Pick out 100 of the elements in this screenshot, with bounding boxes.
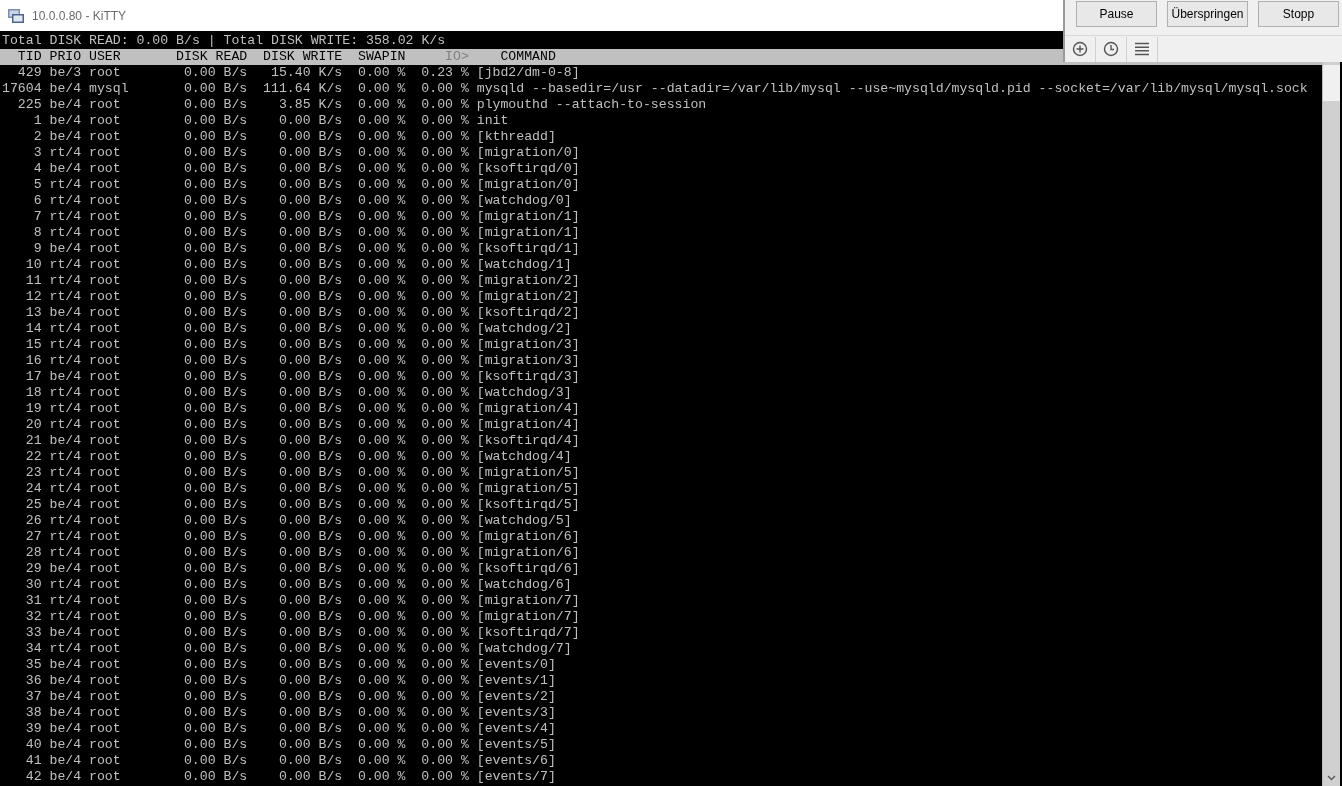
table-cell-text: 0.00 B/s: [182, 385, 248, 401]
table-cell-text: 38: [24, 705, 42, 721]
table-cell-text: root: [89, 657, 122, 673]
table-cell-text: 0.00 %: [420, 193, 469, 209]
table-cell-text: 111.64 K/s: [262, 81, 343, 97]
table-cell: rt/4: [49, 465, 82, 481]
chevron-down-icon[interactable]: [1327, 774, 1336, 781]
table-cell-text: root: [89, 161, 122, 177]
table-cell-text: root: [89, 433, 122, 449]
table-cell-text: 0.00 %: [357, 721, 406, 737]
table-cell-text: 0.00 B/s: [182, 721, 248, 737]
table-cell-text: 0.00 %: [420, 689, 469, 705]
table-cell-text: 0.00 %: [420, 161, 469, 177]
table-cell-text: root: [89, 241, 122, 257]
table-cell-text: root: [89, 673, 122, 689]
table-cell-text: 0.00 %: [420, 449, 469, 465]
table-cell-text: 0.00 B/s: [277, 209, 343, 225]
table-cell-text: 0.00 B/s: [277, 497, 343, 513]
table-cell-text: 0.00 B/s: [277, 641, 343, 657]
table-cell-text: 0.00 %: [420, 385, 469, 401]
table-cell-text: 1: [32, 113, 42, 129]
table-cell-text: 0.00 %: [420, 337, 469, 353]
table-cell: [watchdog/1]: [476, 257, 572, 273]
table-cell-text: 0.00 %: [420, 593, 469, 609]
table-cell-text: 0.00 B/s: [277, 577, 343, 593]
table-cell: [migration/0]: [476, 177, 580, 193]
table-cell-text: root: [89, 769, 122, 785]
table-cell-text: 0.00 B/s: [277, 753, 343, 769]
table-cell-text: root: [89, 545, 122, 561]
table-cell-text: 28: [24, 545, 42, 561]
clock-icon[interactable]: [1103, 41, 1119, 57]
table-cell-text: root: [89, 305, 122, 321]
table-cell: [events/5]: [476, 737, 556, 753]
table-cell-text: 0.00 %: [357, 609, 406, 625]
table-cell-text: 0.00 %: [420, 513, 469, 529]
table-cell: be/4: [49, 561, 82, 577]
table-cell: [jbd2/dm-0-8]: [476, 65, 580, 81]
table-cell-text: root: [89, 513, 122, 529]
table-cell-text: 35: [24, 657, 42, 673]
column-header: SWAPIN: [357, 49, 406, 65]
table-cell: [migration/1]: [476, 209, 580, 225]
table-cell-text: 0.00 %: [420, 289, 469, 305]
table-cell: be/4: [49, 81, 82, 97]
pause-button[interactable]: Pause: [1076, 1, 1157, 27]
table-cell-text: root: [89, 561, 122, 577]
table-cell: init: [476, 113, 509, 129]
table-cell: [ksoftirqd/6]: [476, 561, 580, 577]
table-cell: be/4: [49, 97, 82, 113]
table-cell: rt/4: [49, 593, 82, 609]
scrollbar-thumb[interactable]: [1323, 65, 1340, 101]
table-cell-text: 15: [24, 337, 42, 353]
table-cell: plymouthd --attach-to-session: [476, 97, 707, 113]
stop-button[interactable]: Stopp: [1258, 1, 1339, 27]
table-cell-text: root: [89, 593, 122, 609]
table-cell: rt/4: [49, 449, 82, 465]
table-cell-text: 0.00 B/s: [182, 321, 248, 337]
table-cell-text: 5: [32, 177, 42, 193]
table-cell-text: 0.00 %: [420, 577, 469, 593]
table-cell: rt/4: [49, 481, 82, 497]
table-cell: be/4: [49, 369, 82, 385]
table-cell-text: root: [89, 721, 122, 737]
table-cell-text: 0.00 B/s: [277, 513, 343, 529]
table-cell-text: 0.00 B/s: [182, 481, 248, 497]
table-cell: [ksoftirqd/2]: [476, 305, 580, 321]
table-cell-text: 0.00 B/s: [182, 545, 248, 561]
scrollbar[interactable]: [1322, 62, 1340, 786]
menu-icon[interactable]: [1134, 42, 1150, 56]
table-cell-text: 0.00 %: [357, 113, 406, 129]
table-cell-text: 0.00 B/s: [277, 657, 343, 673]
table-cell-text: 0.00 %: [357, 177, 406, 193]
table-cell-text: root: [89, 401, 122, 417]
table-cell-text: root: [89, 353, 122, 369]
table-cell-text: 0.00 %: [357, 465, 406, 481]
table-cell-text: 22: [24, 449, 42, 465]
table-cell-text: 0.00 B/s: [182, 193, 248, 209]
table-cell-text: 0.00 %: [420, 561, 469, 577]
table-cell-text: 41: [24, 753, 42, 769]
table-cell-text: 0.00 %: [420, 417, 469, 433]
table-cell: [kthreadd]: [476, 129, 556, 145]
table-cell-text: root: [89, 65, 122, 81]
table-cell-text: 0.00 B/s: [182, 273, 248, 289]
table-cell-text: root: [89, 209, 122, 225]
table-cell: [watchdog/0]: [476, 193, 572, 209]
plus-circle-icon[interactable]: [1072, 41, 1088, 57]
table-cell-text: 15.40 K/s: [270, 65, 343, 81]
table-cell-text: 0.00 B/s: [277, 241, 343, 257]
table-cell-text: 0.00 %: [420, 113, 469, 129]
terminal-app-icon: [8, 8, 24, 23]
skip-button[interactable]: Überspringen: [1167, 1, 1248, 27]
table-cell-text: 0.00 %: [357, 769, 406, 785]
table-cell: rt/4: [49, 609, 82, 625]
table-cell-text: 0.00 B/s: [277, 129, 343, 145]
table-cell: [watchdog/5]: [476, 513, 572, 529]
table-cell-text: 0.00 B/s: [182, 369, 248, 385]
table-cell-text: 0.00 %: [357, 577, 406, 593]
table-cell-text: 17: [24, 369, 42, 385]
window-title: 10.0.0.80 - KiTTY: [32, 8, 127, 23]
table-cell-text: 0.00 B/s: [182, 529, 248, 545]
table-cell: rt/4: [49, 289, 82, 305]
table-cell-text: 3: [32, 145, 42, 161]
